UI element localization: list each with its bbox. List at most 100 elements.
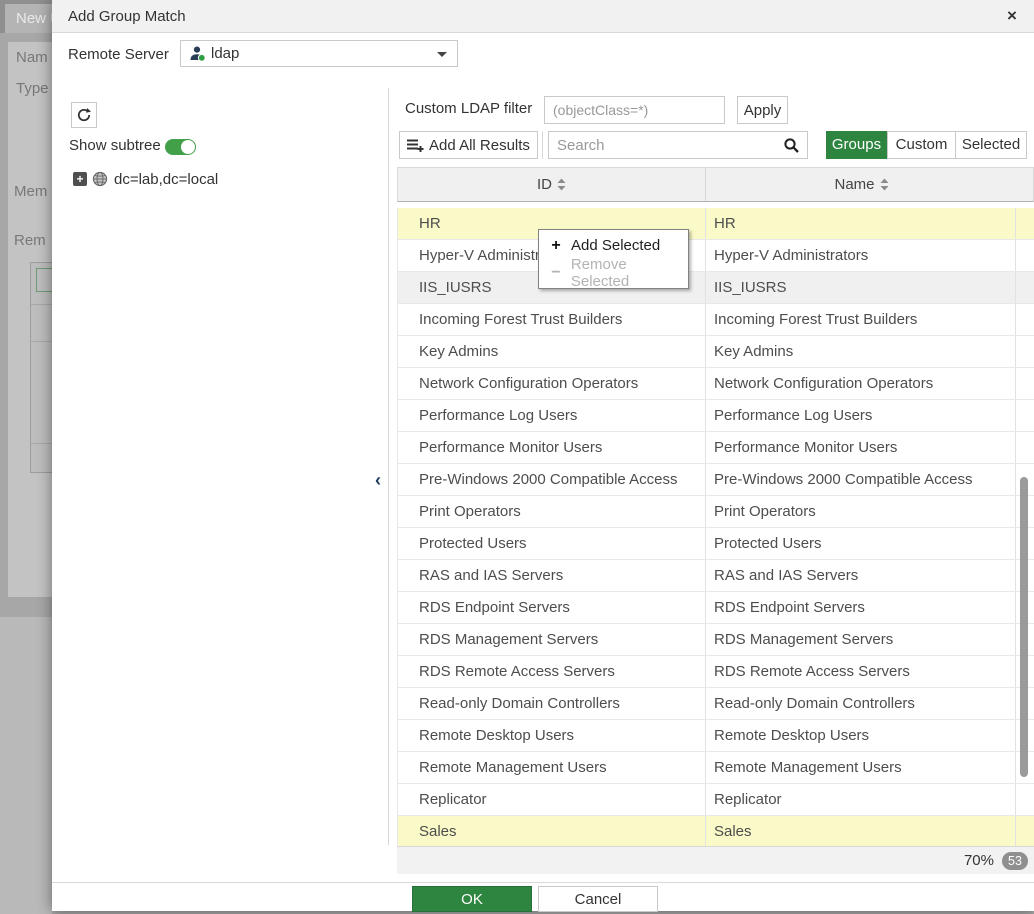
background-table-line	[31, 443, 52, 444]
dialog-title: Add Group Match	[68, 0, 186, 33]
cancel-button[interactable]: Cancel	[538, 886, 658, 912]
row-gutter	[1016, 784, 1034, 815]
tab-selected[interactable]: Selected	[956, 131, 1027, 159]
column-header-id-label: ID	[537, 176, 552, 193]
table-row[interactable]: Print Operators Print Operators	[397, 496, 1034, 528]
background-table-fragment	[30, 262, 52, 473]
search-icon[interactable]	[783, 137, 800, 154]
remote-server-label: Remote Server	[68, 46, 169, 63]
table-row[interactable]: Incoming Forest Trust Builders Incoming …	[397, 304, 1034, 336]
ok-button[interactable]: OK	[412, 886, 532, 912]
table-row[interactable]: RDS Remote Access Servers RDS Remote Acc…	[397, 656, 1034, 688]
cell-id: Protected Users	[397, 528, 706, 559]
column-header-id[interactable]: ID	[398, 168, 706, 201]
collapse-pane-chevron-icon[interactable]: ‹	[375, 469, 381, 491]
row-gutter	[1016, 208, 1034, 239]
cell-name: Remote Management Users	[706, 752, 1016, 783]
add-all-results-button[interactable]: Add All Results	[399, 131, 538, 159]
context-menu-remove-selected-label: Remove Selected	[571, 256, 688, 290]
expand-plus-icon[interactable]: +	[73, 172, 87, 186]
table-row[interactable]: Protected Users Protected Users	[397, 528, 1034, 560]
search-input[interactable]	[549, 132, 777, 158]
loaded-percent: 70%	[964, 852, 994, 869]
toolbar-separator	[542, 131, 543, 159]
close-icon[interactable]: ×	[1000, 4, 1024, 28]
cell-id: Remote Management Users	[397, 752, 706, 783]
list-plus-icon	[407, 138, 424, 153]
table-row[interactable]: Hyper-V Administrators Hyper-V Administr…	[397, 240, 1034, 272]
row-gutter	[1016, 304, 1034, 335]
table-row[interactable]: RDS Management Servers RDS Management Se…	[397, 624, 1034, 656]
cell-id: RDS Endpoint Servers	[397, 592, 706, 623]
context-menu: + Add Selected − Remove Selected	[538, 229, 689, 289]
globe-icon	[92, 171, 108, 187]
refresh-button[interactable]	[71, 102, 97, 128]
cell-id: Incoming Forest Trust Builders	[397, 304, 706, 335]
cell-id: Remote Desktop Users	[397, 720, 706, 751]
table-row[interactable]: Performance Log Users Performance Log Us…	[397, 400, 1034, 432]
table-row[interactable]: Sales Sales	[397, 816, 1034, 846]
results-tab-group: Groups Custom Selected	[826, 131, 1027, 159]
table-row[interactable]: Performance Monitor Users Performance Mo…	[397, 432, 1034, 464]
minus-icon: −	[549, 264, 563, 282]
cell-name: RAS and IAS Servers	[706, 560, 1016, 591]
cell-id: Key Admins	[397, 336, 706, 367]
table-row[interactable]: Pre-Windows 2000 Compatible Access Pre-W…	[397, 464, 1034, 496]
cell-name: Performance Monitor Users	[706, 432, 1016, 463]
tree-node-root[interactable]: + dc=lab,dc=local	[73, 170, 218, 188]
tab-custom[interactable]: Custom	[887, 131, 956, 159]
cell-id: RDS Management Servers	[397, 624, 706, 655]
cell-id: Print Operators	[397, 496, 706, 527]
plus-icon: +	[549, 237, 563, 255]
column-header-name[interactable]: Name	[706, 168, 1017, 201]
cell-name: Key Admins	[706, 336, 1016, 367]
row-gutter	[1016, 816, 1034, 846]
table-row[interactable]: Key Admins Key Admins	[397, 336, 1034, 368]
cell-id: Read-only Domain Controllers	[397, 688, 706, 719]
table-row[interactable]: Replicator Replicator	[397, 784, 1034, 816]
cell-name: RDS Endpoint Servers	[706, 592, 1016, 623]
apply-button[interactable]: Apply	[737, 96, 788, 124]
table-row[interactable]: RDS Endpoint Servers RDS Endpoint Server…	[397, 592, 1034, 624]
cell-name: IIS_IUSRS	[706, 272, 1016, 303]
background-table-line	[31, 304, 52, 305]
table-row[interactable]: Remote Desktop Users Remote Desktop User…	[397, 720, 1034, 752]
table-row[interactable]: RAS and IAS Servers RAS and IAS Servers	[397, 560, 1034, 592]
cell-name: Hyper-V Administrators	[706, 240, 1016, 271]
add-group-match-dialog: Add Group Match × Remote Server ldap Sho…	[52, 0, 1034, 911]
cell-name: RDS Remote Access Servers	[706, 656, 1016, 687]
cell-name: Print Operators	[706, 496, 1016, 527]
search-box	[548, 131, 808, 159]
show-subtree-toggle[interactable]	[165, 139, 196, 155]
background-table-line	[31, 341, 52, 342]
add-all-results-label: Add All Results	[429, 137, 530, 154]
cell-id: RDS Remote Access Servers	[397, 656, 706, 687]
context-menu-remove-selected: − Remove Selected	[539, 259, 688, 286]
cell-name: Read-only Domain Controllers	[706, 688, 1016, 719]
remote-server-dropdown[interactable]: ldap	[180, 40, 458, 67]
table-row[interactable]: HR HR	[397, 208, 1034, 240]
vertical-scrollbar-thumb[interactable]	[1020, 477, 1028, 777]
cell-id: Network Configuration Operators	[397, 368, 706, 399]
result-count-badge: 53	[1002, 852, 1028, 870]
cell-name: Remote Desktop Users	[706, 720, 1016, 751]
row-gutter	[1016, 272, 1034, 303]
dialog-footer: OK Cancel	[52, 882, 1034, 911]
screen: New U Nam Type Mem Rem Add Group Match ×…	[0, 0, 1034, 914]
row-gutter	[1016, 368, 1034, 399]
tree-node-label: dc=lab,dc=local	[114, 171, 218, 188]
table-row[interactable]: Network Configuration Operators Network …	[397, 368, 1034, 400]
cell-name: HR	[706, 208, 1016, 239]
table-row[interactable]: IIS_IUSRS IIS_IUSRS	[397, 272, 1034, 304]
cell-id: Performance Monitor Users	[397, 432, 706, 463]
cell-name: Pre-Windows 2000 Compatible Access	[706, 464, 1016, 495]
row-gutter	[1016, 240, 1034, 271]
ldap-filter-input[interactable]	[544, 96, 725, 124]
table-row[interactable]: Remote Management Users Remote Managemen…	[397, 752, 1034, 784]
tab-groups[interactable]: Groups	[826, 131, 887, 159]
cell-id: Sales	[397, 816, 706, 846]
background-window-tab: New U	[5, 4, 52, 33]
cell-id: RAS and IAS Servers	[397, 560, 706, 591]
table-row[interactable]: Read-only Domain Controllers Read-only D…	[397, 688, 1034, 720]
remote-server-value: ldap	[211, 41, 239, 66]
